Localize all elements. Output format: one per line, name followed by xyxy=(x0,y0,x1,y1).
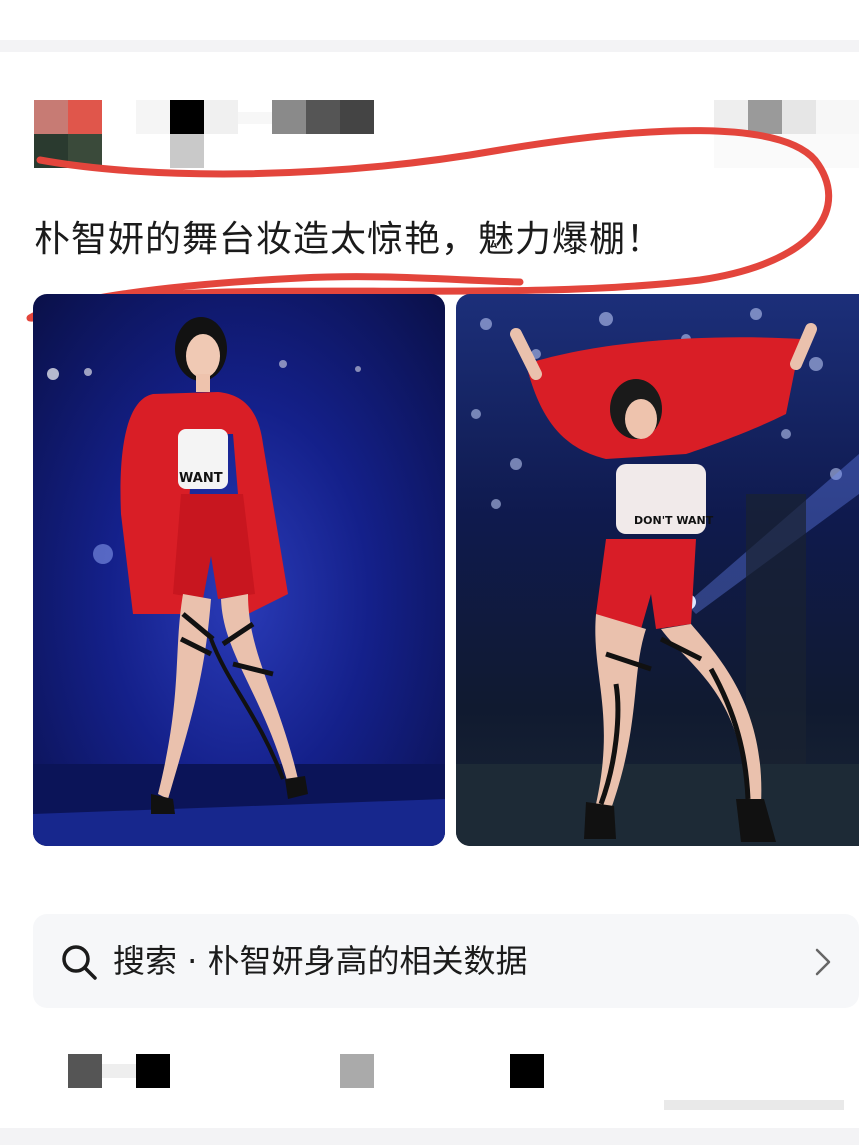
footer-action-3[interactable] xyxy=(340,1054,374,1088)
author-name-redacted[interactable] xyxy=(136,100,376,170)
related-search-label: 搜索 · 朴智妍身高的相关数据 xyxy=(113,942,528,980)
bottom-divider xyxy=(0,1128,859,1145)
footer-action-1[interactable] xyxy=(68,1054,102,1088)
post-title: 朴智妍的舞台妆造太惊艳，魅力爆棚！ xyxy=(34,219,664,260)
top-status-area xyxy=(0,0,859,44)
performer-illustration-right: DON'T WANT xyxy=(456,308,859,846)
performer-illustration-left: WANT xyxy=(33,317,445,846)
search-icon xyxy=(62,945,97,980)
avatar[interactable] xyxy=(34,100,102,168)
stage-photo-left[interactable]: WANT xyxy=(33,294,445,846)
shirt-text-left: WANT xyxy=(179,471,223,486)
related-search-bar[interactable]: 搜索 · 朴智妍身高的相关数据 xyxy=(33,914,859,1008)
chevron-right-icon xyxy=(815,948,831,976)
author-header-redacted xyxy=(0,100,859,172)
footer-action-2[interactable] xyxy=(136,1054,170,1088)
top-divider xyxy=(0,40,859,52)
shirt-text-right: DON'T WANT xyxy=(634,514,714,527)
footer-actions-redacted xyxy=(0,1040,859,1110)
footer-action-4[interactable] xyxy=(510,1054,544,1088)
stage-photo-right[interactable]: DON'T WANT xyxy=(456,294,859,846)
follow-button-redacted[interactable] xyxy=(714,100,859,170)
